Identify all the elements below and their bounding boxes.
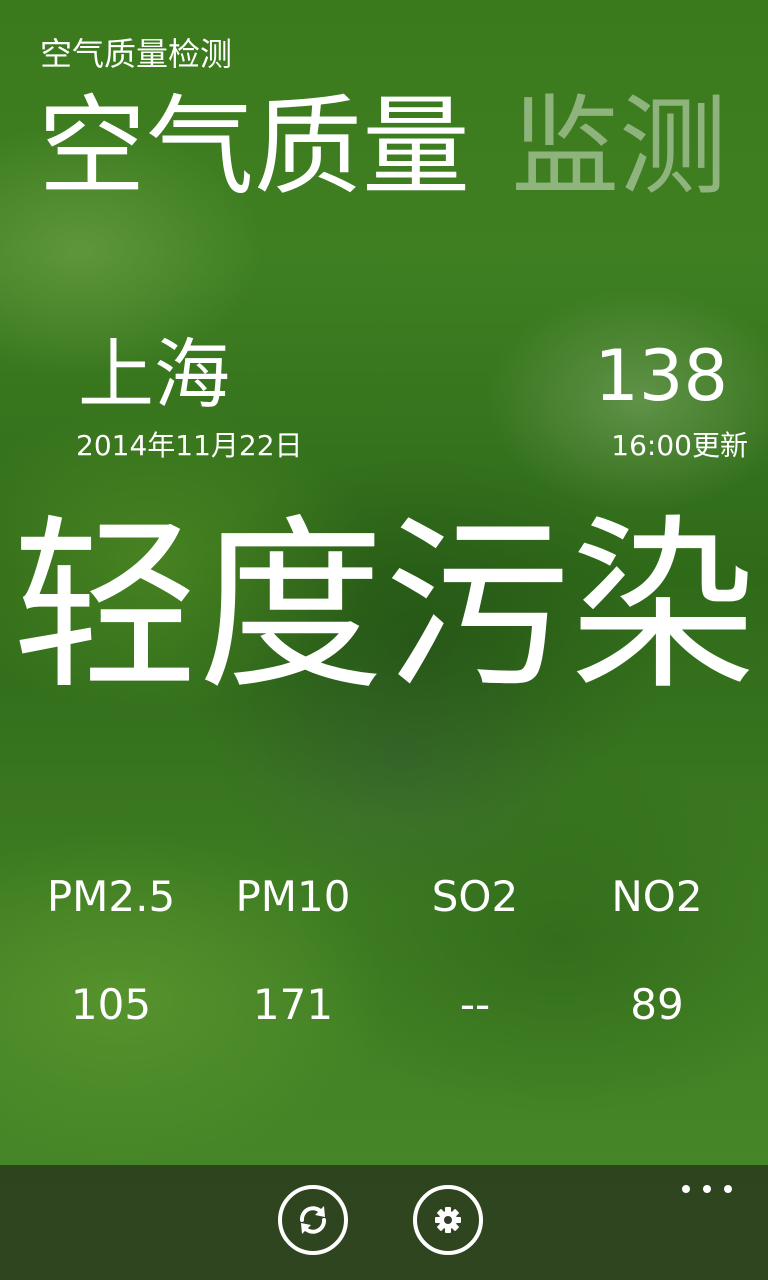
city-name[interactable]: 上海	[78, 330, 230, 420]
pollutant-name: PM2.5	[46, 872, 176, 921]
pollutant-grid: PM2.5 105 PM10 171 SO2 -- NO2 89	[20, 868, 748, 1034]
gear-icon	[435, 1207, 461, 1233]
pollutant-so2: SO2 --	[384, 868, 566, 1034]
aqi-value: 138	[594, 335, 728, 417]
dot	[724, 1185, 732, 1193]
refresh-icon	[300, 1206, 326, 1234]
pivot-header: 空气质量 监测	[38, 86, 768, 216]
settings-button[interactable]	[413, 1185, 483, 1255]
pivot-item-monitor[interactable]: 监测	[511, 86, 727, 210]
pollutant-no2: NO2 89	[566, 868, 748, 1034]
dot	[682, 1185, 690, 1193]
pollutant-name: PM10	[235, 872, 351, 921]
update-time: 16:00更新	[611, 429, 748, 462]
more-dots-icon[interactable]	[682, 1179, 732, 1199]
date-label: 2014年11月22日	[76, 429, 303, 462]
dot	[703, 1185, 711, 1193]
pollutant-value: 105	[70, 980, 152, 1029]
pollutant-pm25: PM2.5 105	[20, 868, 202, 1034]
pollutant-value: 171	[252, 980, 334, 1029]
pollutant-value: --	[459, 980, 491, 1029]
pollutant-pm10: PM10 171	[202, 868, 384, 1034]
pollutant-name: NO2	[611, 872, 703, 921]
pollution-level: 轻度污染	[12, 502, 757, 712]
pollutant-name: SO2	[431, 872, 519, 921]
app-title: 空气质量检测	[40, 35, 233, 73]
refresh-button[interactable]	[278, 1185, 348, 1255]
app-bar	[0, 1165, 768, 1280]
pivot-item-air-quality[interactable]: 空气质量	[38, 86, 470, 210]
pollutant-value: 89	[630, 980, 684, 1029]
